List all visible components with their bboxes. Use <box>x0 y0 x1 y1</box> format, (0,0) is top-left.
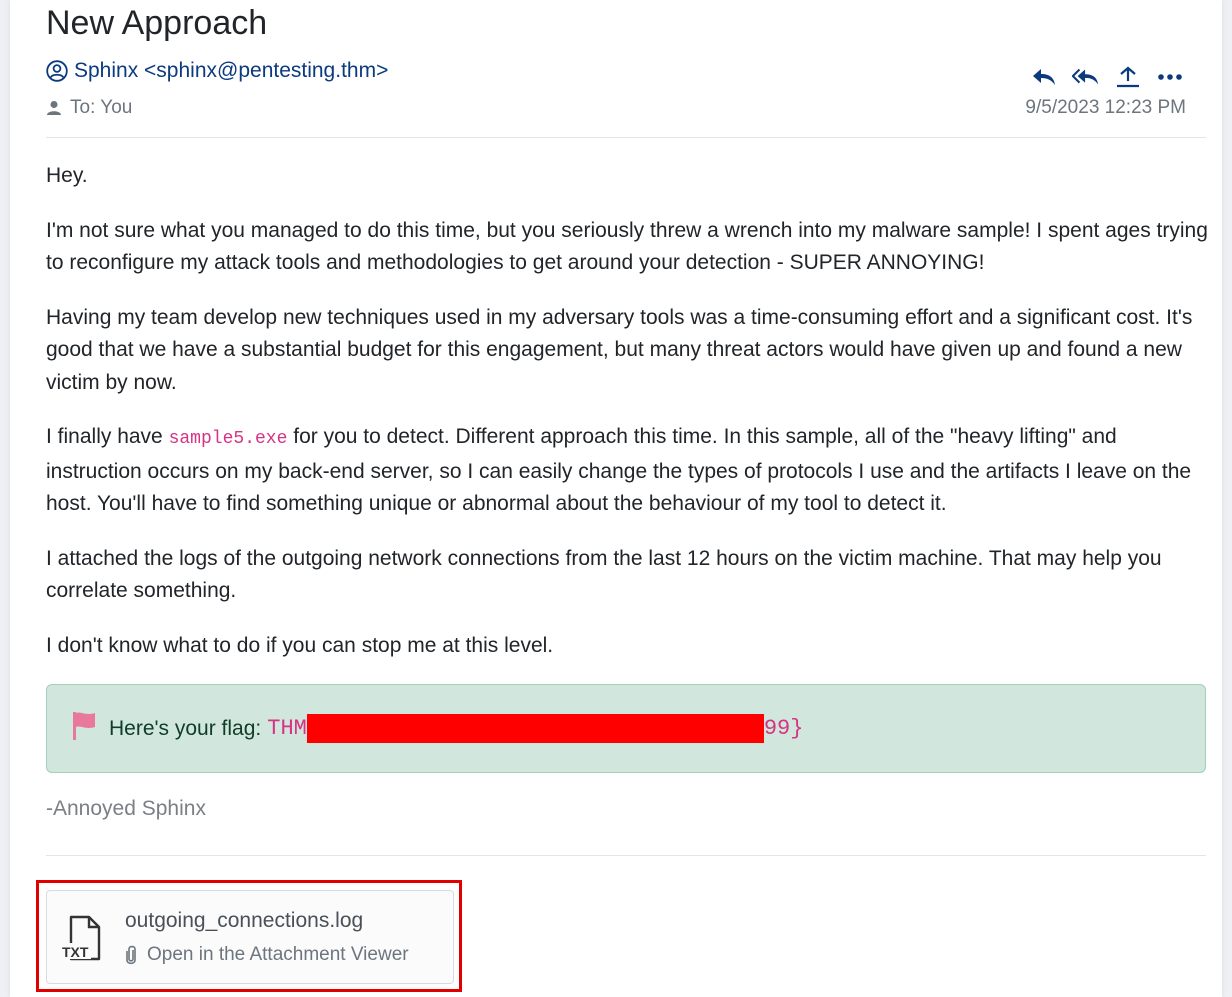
open-attachment-link[interactable]: Open in the Attachment Viewer <box>125 944 409 966</box>
flag-prefix: THM <box>267 716 307 741</box>
reply-all-icon <box>1072 68 1099 85</box>
body-paragraph: I finally have sample5.exe for you to de… <box>46 421 1216 521</box>
reply-icon <box>1033 69 1055 85</box>
flag-value: THM 99} <box>267 714 803 743</box>
inline-code-filename: sample5.exe <box>168 429 288 449</box>
email-body: Hey. I'm not sure what you managed to do… <box>46 160 1216 684</box>
attachment-card[interactable]: TXT outgoing_connections.log Open in the… <box>46 890 454 984</box>
paperclip-icon <box>126 945 136 965</box>
body-paragraph: I'm not sure what you managed to do this… <box>46 218 1208 275</box>
email-subject: New Approach <box>46 4 268 42</box>
email-actions <box>1030 64 1184 90</box>
forward-button[interactable] <box>1114 64 1142 90</box>
txt-file-icon: TXT <box>61 915 101 961</box>
body-paragraph: Having my team develop new techniques us… <box>46 305 1193 394</box>
sender-link[interactable]: Sphinx <sphinx@pentesting.thm> <box>74 59 388 83</box>
email-card: New Approach Sphinx <sphinx@pentesting.t… <box>10 0 1222 997</box>
more-dots-icon <box>1158 74 1182 80</box>
flag-icon <box>73 711 95 740</box>
body-text: I finally have <box>46 425 169 448</box>
reply-button[interactable] <box>1030 64 1058 90</box>
open-attachment-label[interactable]: Open in the Attachment Viewer <box>147 944 409 966</box>
person-icon <box>47 101 61 115</box>
recipient-text: To: You <box>70 97 133 118</box>
flag-suffix: 99} <box>763 716 804 741</box>
recipient-row: To: You <box>46 97 132 119</box>
greeting: Hey. <box>46 164 88 187</box>
email-date: 9/5/2023 12:23 PM <box>1025 97 1186 118</box>
body-paragraph: I don't know what to do if you can stop … <box>46 633 554 657</box>
body-paragraph: I attached the logs of the outgoing netw… <box>46 546 1162 603</box>
user-circle-icon <box>46 60 68 82</box>
file-type-label: TXT <box>62 944 89 960</box>
more-options-button[interactable] <box>1156 64 1184 90</box>
reply-all-button[interactable] <box>1072 64 1100 90</box>
redaction-bar <box>306 714 764 743</box>
upload-arrow-icon <box>1117 66 1139 88</box>
sender-row: Sphinx <sphinx@pentesting.thm> <box>46 59 388 83</box>
flag-label: Here's your flag: <box>109 716 262 740</box>
header-divider <box>46 137 1206 138</box>
attachment-filename[interactable]: outgoing_connections.log <box>125 909 363 933</box>
attachment-divider <box>46 855 1206 856</box>
flag-alert: Here's your flag: THM 99} <box>46 684 1206 773</box>
signature: -Annoyed Sphinx <box>46 797 206 820</box>
